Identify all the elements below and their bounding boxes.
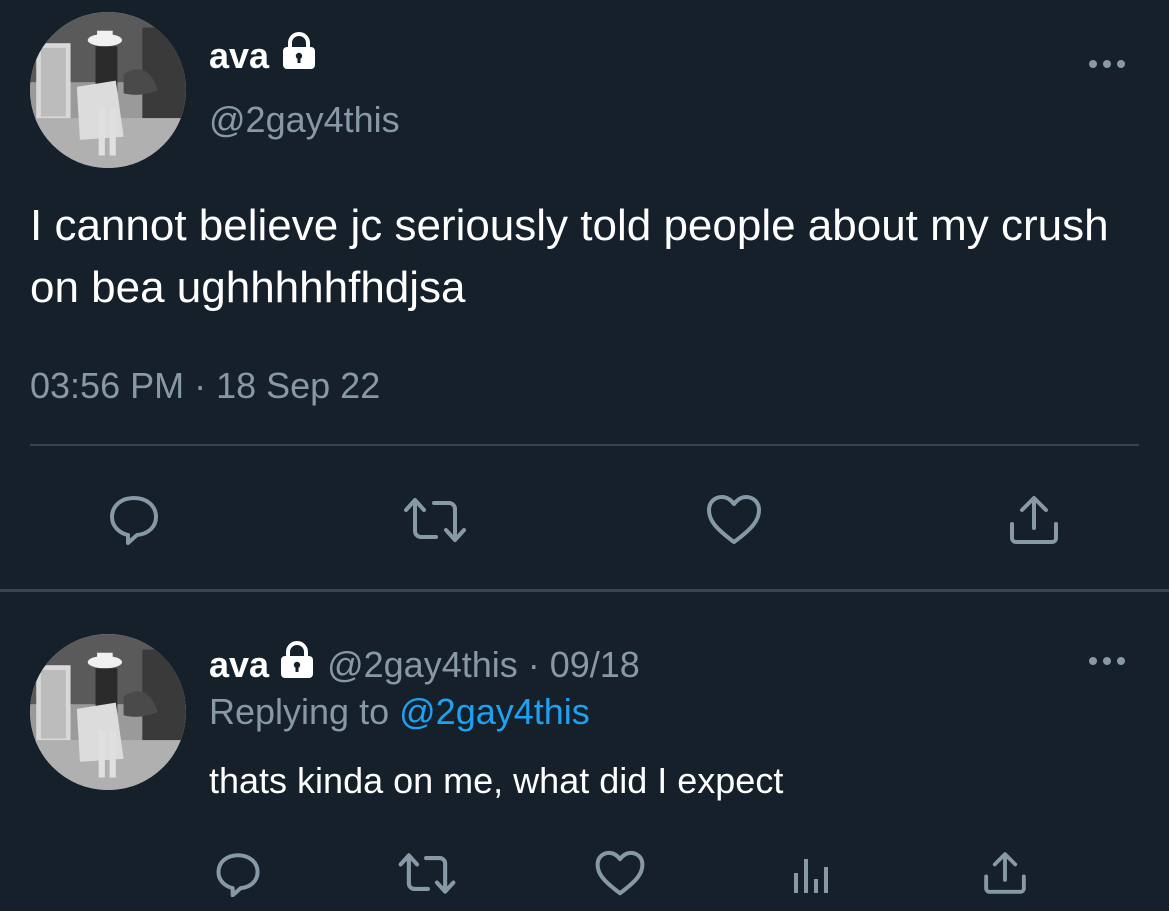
lock-icon (281, 32, 317, 80)
more-dots-icon (1089, 60, 1125, 68)
retweet-icon (398, 852, 456, 894)
reply-display-name[interactable]: ava (209, 643, 269, 687)
like-button[interactable] (591, 845, 649, 901)
reply-icon (216, 853, 260, 897)
more-dots-icon (1089, 657, 1125, 665)
tweet-text: I cannot believe jc seriously told peopl… (30, 201, 1109, 312)
share-icon (984, 852, 1026, 894)
reply-header: ava @2gay4this · 09/18 (209, 641, 640, 689)
share-button[interactable] (977, 845, 1033, 901)
reply-button[interactable] (210, 845, 266, 901)
replying-to-label: Replying to (209, 691, 390, 732)
divider (30, 444, 1139, 446)
lock-icon (279, 641, 315, 689)
display-name-text[interactable]: ava (209, 34, 269, 78)
replying-to-line: Replying to @2gay4this (209, 690, 590, 734)
display-name[interactable]: ava (209, 32, 317, 80)
reply-more-options-button[interactable] (1087, 653, 1127, 669)
retweet-button[interactable] (394, 845, 460, 901)
retweet-icon (404, 498, 466, 542)
tweet-timestamp[interactable]: 03:56 PM · 18 Sep 22 (30, 362, 380, 410)
section-divider (0, 589, 1169, 592)
user-handle[interactable]: @2gay4this (209, 98, 400, 142)
share-icon (1010, 496, 1058, 544)
reply-avatar[interactable] (30, 634, 186, 790)
replying-to-mention[interactable]: @2gay4this (399, 691, 590, 732)
avatar-photo (30, 12, 186, 168)
like-icon (595, 850, 645, 895)
share-button[interactable] (1004, 490, 1064, 550)
reply-icon (110, 496, 158, 545)
avatar-photo (30, 634, 186, 790)
reply-handle-date[interactable]: @2gay4this · 09/18 (327, 643, 640, 687)
more-options-button[interactable] (1087, 56, 1127, 72)
analytics-button[interactable] (786, 845, 836, 901)
retweet-button[interactable] (400, 490, 470, 550)
like-icon (707, 495, 761, 544)
like-button[interactable] (704, 490, 764, 550)
analytics-icon (794, 859, 828, 893)
reply-tweet-text: thats kinda on me, what did I expect (209, 760, 784, 801)
reply-button[interactable] (104, 488, 164, 548)
avatar[interactable] (30, 12, 186, 168)
